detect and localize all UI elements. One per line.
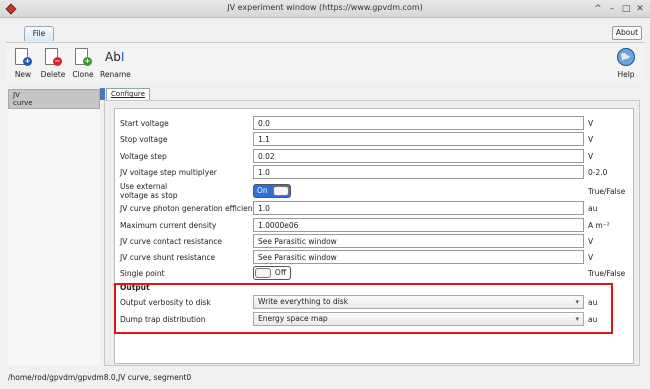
field-unit: V xyxy=(588,152,594,161)
toggle-knob xyxy=(273,186,289,196)
toggle-state: Off xyxy=(274,268,286,277)
field-label: Start voltage xyxy=(120,119,169,128)
clone-doc-icon: + xyxy=(73,47,93,67)
field-unit: V xyxy=(588,253,594,262)
field-label: Stop voltage xyxy=(120,135,168,144)
field-label: JV curve shunt resistance xyxy=(120,253,216,262)
close-button[interactable]: ✕ xyxy=(633,2,647,16)
help-button[interactable]: Help xyxy=(611,47,641,79)
delete-button[interactable]: − Delete xyxy=(38,47,68,79)
about-button[interactable]: About xyxy=(612,26,642,40)
voltage-step-input[interactable] xyxy=(253,149,584,163)
field-voltage-step: Voltage step V xyxy=(120,149,630,165)
file-tab[interactable]: File xyxy=(24,26,54,41)
jv-step-multiplyer-input[interactable] xyxy=(253,165,584,179)
field-single-point: Single point Off True/False xyxy=(120,266,630,282)
help-globe-icon xyxy=(617,48,635,66)
field-unit: A m⁻² xyxy=(588,221,610,230)
field-stop-voltage: Stop voltage V xyxy=(120,132,630,148)
ribbon-tab-row: File About xyxy=(0,18,650,42)
field-max-current-density: Maximum current density A m⁻² xyxy=(120,218,630,234)
tab-bar-strip xyxy=(100,88,105,100)
ribbon-toolbar: + New − Delete + Clone AbI Rename Help xyxy=(6,42,644,84)
rename-icon: AbI xyxy=(105,50,125,64)
new-button[interactable]: + New xyxy=(8,47,38,79)
field-unit: au xyxy=(588,204,598,213)
field-unit: 0-2.0 xyxy=(588,168,608,177)
field-label: Maximum current density xyxy=(120,221,217,230)
new-doc-icon: + xyxy=(13,47,33,67)
field-label: JV curve photon generation efficiency xyxy=(120,204,262,213)
field-unit: V xyxy=(588,135,594,144)
field-label: JV voltage step multiplyer xyxy=(120,168,217,177)
field-unit: V xyxy=(588,237,594,246)
field-jv-step-multiplyer: JV voltage step multiplyer 0-2.0 xyxy=(120,165,630,181)
rename-label: Rename xyxy=(100,70,131,79)
tab-configure[interactable]: Configure xyxy=(106,88,150,100)
delete-doc-icon: − xyxy=(43,47,63,67)
toggle-knob xyxy=(255,268,271,278)
field-label: Voltage step xyxy=(120,152,167,161)
stop-voltage-input[interactable] xyxy=(253,132,584,146)
toggle-state: On xyxy=(257,186,268,195)
field-shunt-resistance: JV curve shunt resistance V xyxy=(120,250,630,266)
field-label: JV curve contact resistance xyxy=(120,237,223,246)
title-bar: JV experiment window (https://www.gpvdm.… xyxy=(0,0,650,18)
use-external-voltage-toggle[interactable]: On xyxy=(253,184,291,198)
single-point-toggle[interactable]: Off xyxy=(253,266,291,280)
status-path: /home/rod/gpvdm/gpvdm8.0,JV curve, segme… xyxy=(8,373,192,382)
status-bar: /home/rod/gpvdm/gpvdm8.0,JV curve, segme… xyxy=(0,366,650,389)
collapse-button[interactable]: ^ xyxy=(591,2,605,16)
rename-button[interactable]: AbI Rename xyxy=(100,47,131,79)
maximize-button[interactable]: □ xyxy=(619,2,633,16)
sidebar: JV curve xyxy=(8,89,100,365)
max-current-density-input[interactable] xyxy=(253,218,584,232)
minimize-button[interactable]: – xyxy=(605,2,619,16)
start-voltage-input[interactable] xyxy=(253,116,584,130)
field-unit: V xyxy=(588,119,594,128)
clone-label: Clone xyxy=(72,70,94,79)
field-unit: True/False xyxy=(588,187,626,196)
help-label: Help xyxy=(617,70,635,79)
field-label: Single point xyxy=(120,269,165,278)
field-start-voltage: Start voltage V xyxy=(120,116,630,132)
contact-resistance-input[interactable] xyxy=(253,234,584,248)
shunt-resistance-input[interactable] xyxy=(253,250,584,264)
field-photon-generation-efficiency: JV curve photon generation efficiency au xyxy=(120,201,630,217)
new-label: New xyxy=(14,70,32,79)
field-label: Use external voltage as stop xyxy=(120,182,178,200)
content-tab-bar: Configure xyxy=(100,88,640,100)
delete-label: Delete xyxy=(40,70,66,79)
photon-efficiency-input[interactable] xyxy=(253,201,584,215)
field-use-external-voltage: Use external voltage as stop On True/Fal… xyxy=(120,182,630,200)
highlight-box xyxy=(114,283,613,334)
field-unit: True/False xyxy=(588,269,626,278)
sidebar-item-jv-curve[interactable]: JV curve xyxy=(8,89,100,109)
window-title: JV experiment window (https://www.gpvdm.… xyxy=(227,3,423,12)
field-contact-resistance: JV curve contact resistance V xyxy=(120,234,630,250)
clone-button[interactable]: + Clone xyxy=(68,47,98,79)
